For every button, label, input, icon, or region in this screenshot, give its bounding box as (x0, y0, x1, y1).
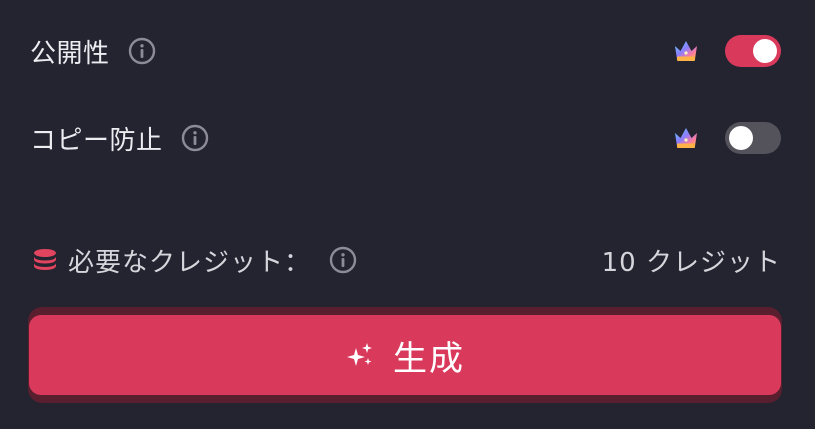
credits-info-icon[interactable] (329, 246, 357, 274)
public-label: 公開性 (30, 38, 110, 69)
required-credits-value: 10 クレジット (601, 247, 781, 278)
copy-protection-info-icon[interactable] (181, 124, 209, 152)
public-premium-crown-icon (673, 39, 699, 63)
required-credits-row: 必要なクレジット： 10 クレジット (32, 238, 781, 282)
public-setting-row: 公開性 (30, 27, 781, 75)
required-credits-label: 必要なクレジット： (68, 247, 312, 278)
copy-protection-setting-row: コピー防止 (30, 114, 781, 162)
copy-protection-premium-crown-icon (673, 126, 699, 150)
public-info-icon[interactable] (128, 37, 156, 65)
copy-protection-label: コピー防止 (30, 125, 163, 156)
generate-button-label: 生成 (393, 338, 465, 379)
generate-button[interactable]: 生成 (29, 315, 781, 395)
public-toggle[interactable] (725, 35, 781, 67)
copy-protection-toggle[interactable] (725, 122, 781, 154)
settings-panel: 公開性 コピー防止 必要なクレジット： 10 クレジット 生成 (0, 0, 815, 429)
coins-icon (32, 247, 58, 273)
sparkle-icon (345, 340, 375, 370)
public-toggle-knob (753, 39, 777, 63)
copy-protection-toggle-knob (729, 126, 753, 150)
